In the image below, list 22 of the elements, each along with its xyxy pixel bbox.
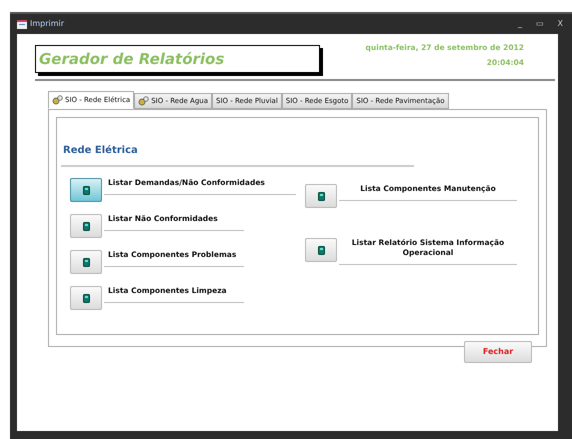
section-title: Rede Elétrica [63, 145, 138, 156]
report-button[interactable] [305, 238, 337, 262]
window-control[interactable]: X [558, 20, 563, 28]
close-button[interactable]: Fechar [464, 341, 532, 363]
report-button[interactable] [70, 178, 102, 202]
window-control[interactable]: _ [518, 20, 522, 28]
gears-icon [138, 96, 150, 106]
window-title: Imprimir [30, 18, 64, 30]
report-button[interactable] [305, 184, 337, 208]
window-control[interactable]: ▭ [536, 20, 544, 28]
book-icon [82, 222, 90, 230]
window-icon [17, 20, 27, 28]
book-icon [82, 258, 90, 266]
book-icon [318, 246, 324, 254]
book-icon [82, 294, 90, 302]
report-button[interactable] [70, 286, 102, 310]
book-icon [318, 192, 324, 200]
app-title: Gerador de Relatórios [39, 48, 224, 70]
gears-icon [52, 95, 63, 105]
report-button[interactable] [70, 214, 102, 238]
report-button[interactable] [70, 250, 102, 274]
book-icon [82, 186, 90, 194]
